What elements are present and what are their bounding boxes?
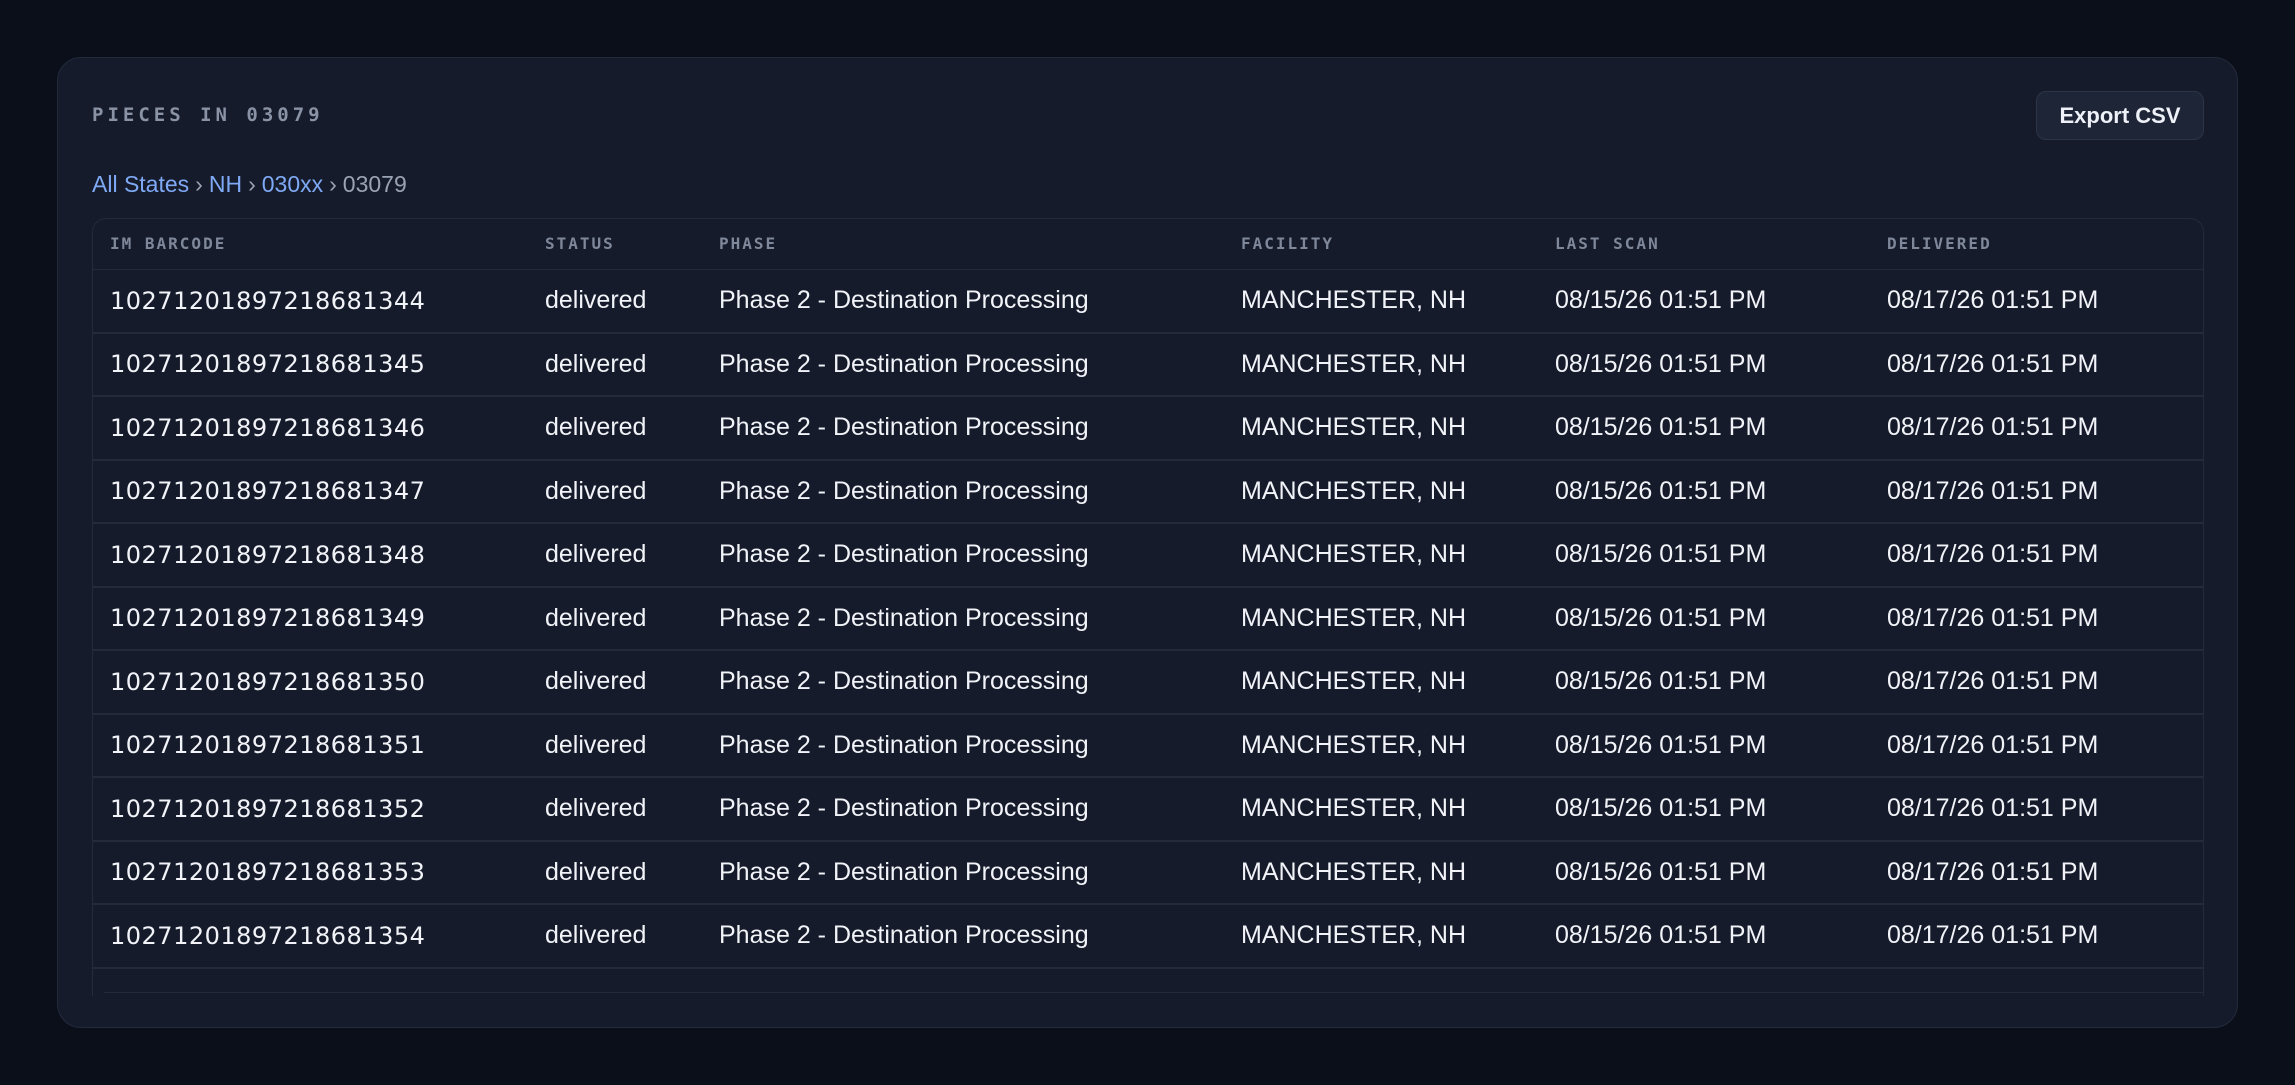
cell-delivered: 08/17/26 01:51 PM (1870, 777, 2203, 842)
table-scroll-divider (104, 992, 2204, 993)
cell-im-barcode: 10271201897218681350 (93, 650, 528, 715)
table-row[interactable]: 10271201897218681353 delivered Phase 2 - D… (93, 840, 2203, 905)
cell-delivered: 08/17/26 01:51 PM (1870, 713, 2203, 778)
cell-status: delivered (528, 713, 702, 778)
cell-last-scan: 08/15/26 01:51 PM (1538, 459, 1870, 524)
cell-delivered: 08/17/26 01:51 PM (1870, 396, 2203, 461)
cell-delivered: 08/17/26 01:51 PM (1870, 269, 2203, 334)
cell-phase: Phase 2 - Destination Processing (702, 586, 1224, 651)
cell-status: delivered (528, 459, 702, 524)
table-body: 10271201897218681344 delivered Phase 2 - D… (93, 269, 2203, 969)
cell-facility: MANCHESTER, NH (1224, 459, 1538, 524)
cell-facility: MANCHESTER, NH (1224, 523, 1538, 588)
cell-phase: Phase 2 - Destination Processing (702, 713, 1224, 778)
cell-phase: Phase 2 - Destination Processing (702, 650, 1224, 715)
cell-status: delivered (528, 523, 702, 588)
cell-im-barcode: 10271201897218681349 (93, 586, 528, 651)
cell-delivered: 08/17/26 01:51 PM (1870, 459, 2203, 524)
cell-phase: Phase 2 - Destination Processing (702, 840, 1224, 905)
cell-last-scan: 08/15/26 01:51 PM (1538, 332, 1870, 397)
cell-delivered: 08/17/26 01:51 PM (1870, 523, 2203, 588)
cell-status: delivered (528, 904, 702, 969)
breadcrumb-zip3[interactable]: 030xx (262, 171, 323, 198)
cell-status: delivered (528, 332, 702, 397)
cell-facility: MANCHESTER, NH (1224, 904, 1538, 969)
column-header-facility[interactable]: FACILITY (1224, 219, 1538, 270)
cell-facility: MANCHESTER, NH (1224, 396, 1538, 461)
breadcrumb-separator: › (195, 171, 203, 197)
cell-im-barcode: 10271201897218681347 (93, 459, 528, 524)
cell-delivered: 08/17/26 01:51 PM (1870, 840, 2203, 905)
breadcrumb-all-states[interactable]: All States (92, 171, 189, 198)
table-row[interactable]: 10271201897218681346 delivered Phase 2 - D… (93, 396, 2203, 461)
cell-last-scan: 08/15/26 01:51 PM (1538, 650, 1870, 715)
cell-last-scan: 08/15/26 01:51 PM (1538, 777, 1870, 842)
cell-phase: Phase 2 - Destination Processing (702, 777, 1224, 842)
pieces-table: IM BARCODE STATUS PHASE FACILITY LAST SC… (93, 219, 2203, 969)
table-header-row: IM BARCODE STATUS PHASE FACILITY LAST SC… (93, 219, 2203, 270)
table-row[interactable]: 10271201897218681344 delivered Phase 2 - D… (93, 269, 2203, 334)
table-row[interactable]: 10271201897218681347 delivered Phase 2 - D… (93, 459, 2203, 524)
cell-im-barcode: 10271201897218681344 (93, 269, 528, 334)
cell-facility: MANCHESTER, NH (1224, 586, 1538, 651)
cell-last-scan: 08/15/26 01:51 PM (1538, 523, 1870, 588)
table-row[interactable]: 10271201897218681350 delivered Phase 2 - D… (93, 650, 2203, 715)
table-row[interactable]: 10271201897218681351 delivered Phase 2 - D… (93, 713, 2203, 778)
cell-phase: Phase 2 - Destination Processing (702, 396, 1224, 461)
cell-last-scan: 08/15/26 01:51 PM (1538, 396, 1870, 461)
table-row[interactable]: 10271201897218681348 delivered Phase 2 - D… (93, 523, 2203, 588)
breadcrumb: All States › NH › 030xx › 03079 (92, 171, 407, 198)
cell-last-scan: 08/15/26 01:51 PM (1538, 840, 1870, 905)
cell-status: delivered (528, 777, 702, 842)
cell-im-barcode: 10271201897218681354 (93, 904, 528, 969)
table-row[interactable]: 10271201897218681352 delivered Phase 2 - D… (93, 777, 2203, 842)
cell-last-scan: 08/15/26 01:51 PM (1538, 904, 1870, 969)
cell-phase: Phase 2 - Destination Processing (702, 904, 1224, 969)
cell-last-scan: 08/15/26 01:51 PM (1538, 586, 1870, 651)
cell-status: delivered (528, 650, 702, 715)
cell-delivered: 08/17/26 01:51 PM (1870, 332, 2203, 397)
cell-last-scan: 08/15/26 01:51 PM (1538, 713, 1870, 778)
cell-status: delivered (528, 396, 702, 461)
column-header-delivered[interactable]: DELIVERED (1870, 219, 2203, 270)
cell-im-barcode: 10271201897218681351 (93, 713, 528, 778)
cell-phase: Phase 2 - Destination Processing (702, 332, 1224, 397)
cell-im-barcode: 10271201897218681346 (93, 396, 528, 461)
cell-phase: Phase 2 - Destination Processing (702, 269, 1224, 334)
breadcrumb-separator: › (329, 171, 337, 197)
table-row[interactable]: 10271201897218681345 delivered Phase 2 - D… (93, 332, 2203, 397)
cell-im-barcode: 10271201897218681352 (93, 777, 528, 842)
breadcrumb-state[interactable]: NH (209, 171, 242, 198)
cell-status: delivered (528, 586, 702, 651)
table-row[interactable]: 10271201897218681349 delivered Phase 2 - D… (93, 586, 2203, 651)
cell-last-scan: 08/15/26 01:51 PM (1538, 269, 1870, 334)
cell-delivered: 08/17/26 01:51 PM (1870, 650, 2203, 715)
cell-status: delivered (528, 269, 702, 334)
cell-phase: Phase 2 - Destination Processing (702, 459, 1224, 524)
cell-im-barcode: 10271201897218681348 (93, 523, 528, 588)
cell-facility: MANCHESTER, NH (1224, 269, 1538, 334)
cell-delivered: 08/17/26 01:51 PM (1870, 904, 2203, 969)
pieces-panel: PIECES IN 03079 Export CSV All States › … (57, 57, 2238, 1028)
cell-phase: Phase 2 - Destination Processing (702, 523, 1224, 588)
column-header-status[interactable]: STATUS (528, 219, 702, 270)
pieces-table-container[interactable]: IM BARCODE STATUS PHASE FACILITY LAST SC… (92, 218, 2204, 996)
cell-delivered: 08/17/26 01:51 PM (1870, 586, 2203, 651)
breadcrumb-separator: › (248, 171, 256, 197)
table-row[interactable]: 10271201897218681354 delivered Phase 2 - D… (93, 904, 2203, 969)
cell-im-barcode: 10271201897218681353 (93, 840, 528, 905)
cell-facility: MANCHESTER, NH (1224, 777, 1538, 842)
cell-facility: MANCHESTER, NH (1224, 650, 1538, 715)
cell-facility: MANCHESTER, NH (1224, 713, 1538, 778)
column-header-phase[interactable]: PHASE (702, 219, 1224, 270)
cell-im-barcode: 10271201897218681345 (93, 332, 528, 397)
export-csv-button[interactable]: Export CSV (2036, 91, 2204, 140)
cell-facility: MANCHESTER, NH (1224, 840, 1538, 905)
breadcrumb-current: 03079 (342, 171, 407, 197)
cell-status: delivered (528, 840, 702, 905)
panel-title: PIECES IN 03079 (92, 104, 324, 126)
column-header-im-barcode[interactable]: IM BARCODE (93, 219, 528, 270)
cell-facility: MANCHESTER, NH (1224, 332, 1538, 397)
column-header-last-scan[interactable]: LAST SCAN (1538, 219, 1870, 270)
